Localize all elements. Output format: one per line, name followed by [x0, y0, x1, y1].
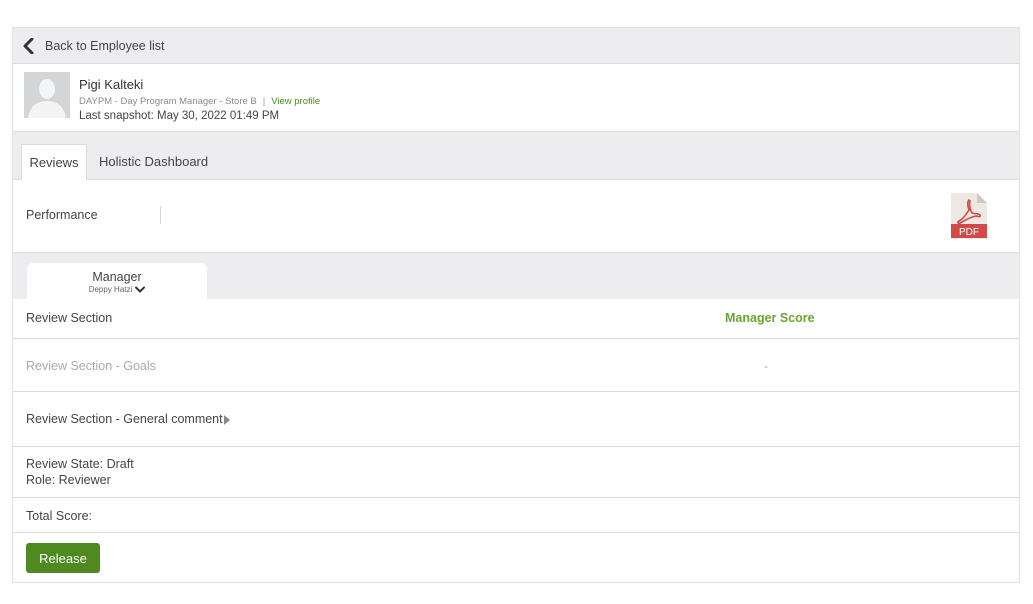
- reviewer-name: Deppy Hatzi: [88, 285, 133, 294]
- table-row: Review Section - Goals -: [13, 339, 1019, 392]
- reviewer-role: Role: Reviewer: [26, 473, 111, 487]
- reviewer-name-line: Deppy Hatzi: [27, 285, 207, 294]
- employee-header: Pigi Kalteki DAYPM - Day Program Manager…: [13, 64, 1019, 132]
- performance-label: Performance: [26, 208, 98, 222]
- review-state-row: Review State: Draft Role: Reviewer: [13, 447, 1019, 498]
- goals-section-label: Review Section - Goals: [26, 359, 156, 373]
- general-comment-label: Review Section - General comment: [26, 412, 223, 426]
- general-comment-row[interactable]: Review Section - General comment: [13, 392, 1019, 447]
- pdf-download-icon[interactable]: PDF: [951, 193, 987, 239]
- performance-row: Performance PDF: [13, 180, 1019, 253]
- separator: |: [262, 96, 266, 107]
- last-snapshot: Last snapshot: May 30, 2022 01:49 PM: [79, 110, 280, 122]
- reviewer-bar: Manager Deppy Hatzi: [13, 253, 1019, 299]
- employee-role: DAYPM - Day Program Manager - Store B: [79, 96, 257, 107]
- review-section-header: Review Section: [26, 311, 113, 325]
- avatar: [24, 72, 70, 118]
- total-score-row: Total Score:: [13, 498, 1019, 533]
- release-button[interactable]: Release: [26, 543, 100, 573]
- pdf-label: PDF: [959, 227, 979, 238]
- back-label: Back to Employee list: [45, 38, 165, 53]
- divider: [160, 206, 161, 224]
- goals-score: -: [764, 359, 768, 373]
- employee-name: Pigi Kalteki: [79, 77, 144, 92]
- total-score-label: Total Score:: [26, 509, 93, 523]
- tabs-bar: Reviews Holistic Dashboard: [13, 132, 1019, 181]
- back-to-employee-list[interactable]: Back to Employee list: [13, 28, 1019, 64]
- chevron-left-icon: [23, 37, 34, 54]
- person-silhouette-icon: [24, 72, 70, 118]
- pdf-file-icon: PDF: [951, 193, 987, 239]
- manager-score-header: Manager Score: [725, 311, 815, 325]
- review-state: Review State: Draft: [26, 457, 134, 471]
- chevron-down-icon[interactable]: [135, 286, 146, 294]
- tab-holistic-dashboard[interactable]: Holistic Dashboard: [89, 144, 218, 181]
- tab-reviews[interactable]: Reviews: [21, 144, 87, 181]
- table-header-row: Review Section Manager Score: [13, 299, 1019, 339]
- employee-role-line: DAYPM - Day Program Manager - Store B | Vi…: [79, 96, 320, 107]
- reviewer-title: Manager: [92, 270, 142, 284]
- manager-reviewer-tab[interactable]: Manager Deppy Hatzi: [27, 263, 207, 299]
- caret-right-icon[interactable]: [223, 414, 231, 426]
- review-panel: Back to Employee list Pigi Kalteki DAYPM…: [12, 27, 1020, 583]
- view-profile-link[interactable]: View profile: [271, 96, 320, 107]
